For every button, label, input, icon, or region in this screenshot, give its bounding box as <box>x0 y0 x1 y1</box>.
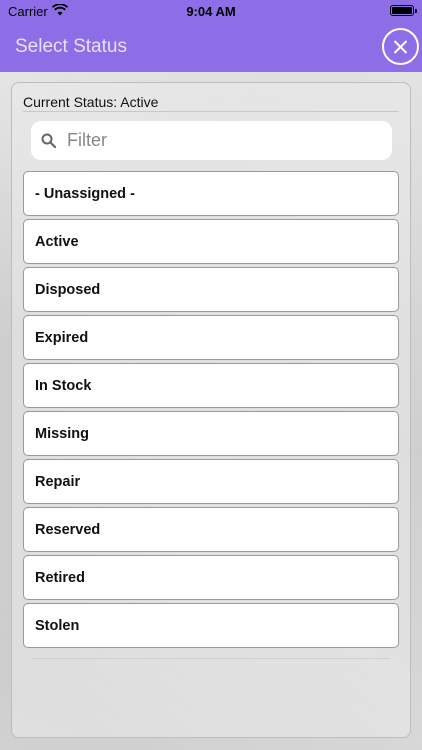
divider <box>32 658 390 659</box>
status-item-repair[interactable]: Repair <box>23 459 399 504</box>
status-item-expired[interactable]: Expired <box>23 315 399 360</box>
status-list: - Unassigned - Active Disposed Expired I… <box>23 171 399 651</box>
status-bar: Carrier 9:04 AM <box>0 0 422 22</box>
close-icon[interactable] <box>382 28 419 65</box>
battery-icon <box>390 5 417 16</box>
status-item-missing[interactable]: Missing <box>23 411 399 456</box>
status-item-disposed[interactable]: Disposed <box>23 267 399 312</box>
clock: 9:04 AM <box>186 4 236 19</box>
navigation-bar: Select Status <box>0 22 422 72</box>
status-item-retired[interactable]: Retired <box>23 555 399 600</box>
current-status-label: Current Status: Active <box>23 94 159 110</box>
page-title: Select Status <box>15 36 127 57</box>
status-item-in-stock[interactable]: In Stock <box>23 363 399 408</box>
status-panel: Current Status: Active - Unassigned - Ac… <box>11 82 411 738</box>
divider <box>23 111 399 112</box>
filter-field[interactable] <box>31 121 392 160</box>
search-icon <box>41 133 56 148</box>
status-item-reserved[interactable]: Reserved <box>23 507 399 552</box>
filter-input[interactable] <box>67 121 377 160</box>
status-item-active[interactable]: Active <box>23 219 399 264</box>
status-item-stolen[interactable]: Stolen <box>23 603 399 648</box>
status-item-unassigned[interactable]: - Unassigned - <box>23 171 399 216</box>
